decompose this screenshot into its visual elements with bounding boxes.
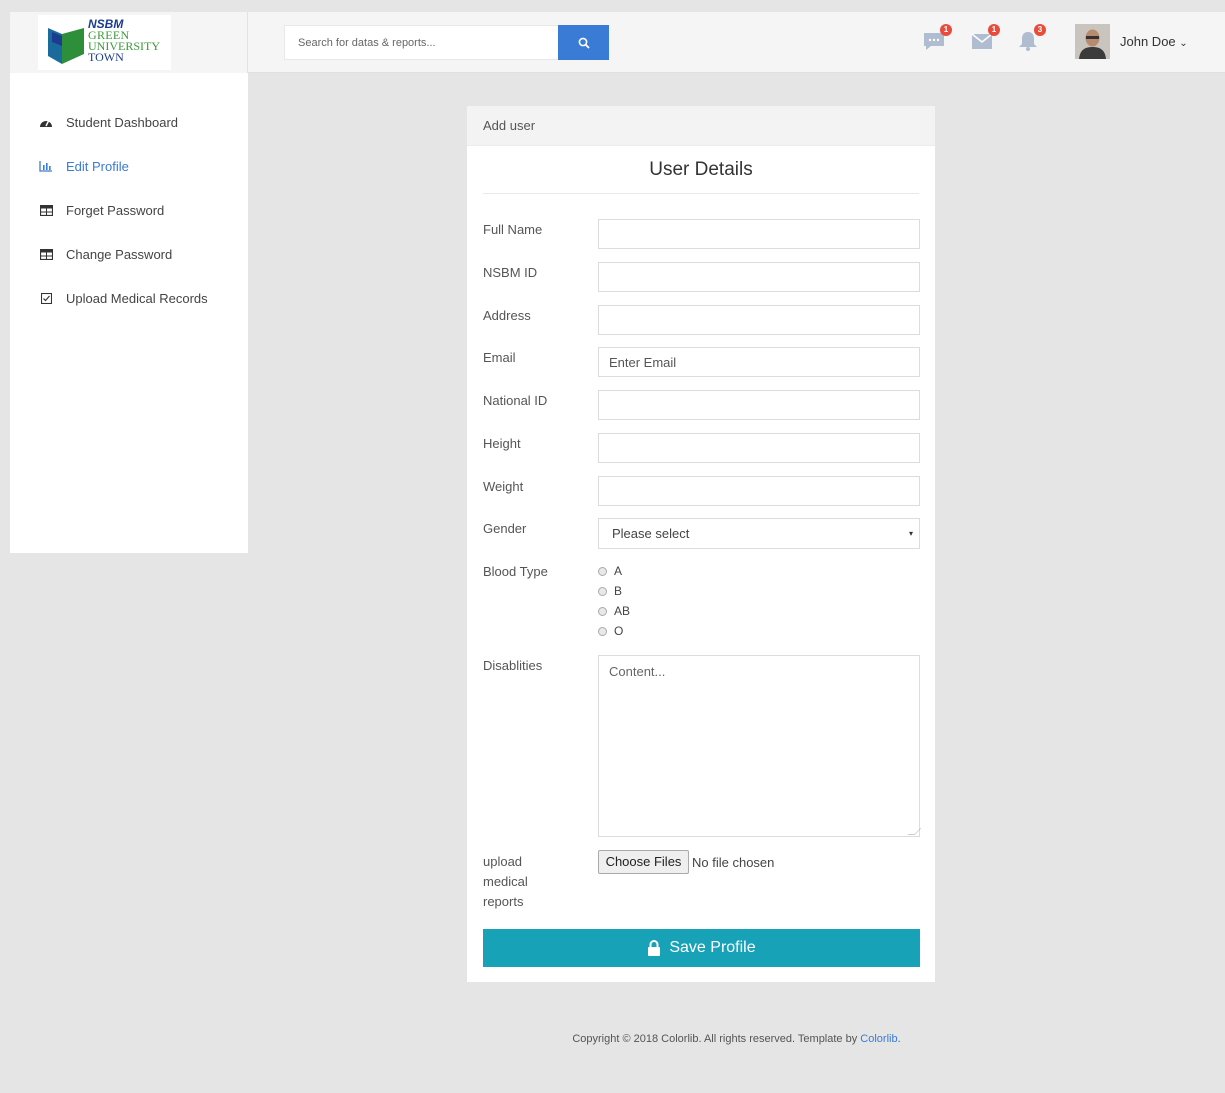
divider [483, 193, 919, 194]
sidebar-item-label: Forget Password [66, 202, 165, 218]
full-name-label: Full Name [483, 222, 543, 237]
lock-icon [648, 940, 661, 956]
logo-town: TOWN [88, 50, 124, 64]
nsbm-id-label: NSBM ID [483, 265, 538, 280]
logo-container: NSBM GREEN UNIVERSITY TOWN [10, 12, 248, 73]
radio-label: O [614, 624, 624, 638]
logo-mark-icon [48, 28, 84, 64]
table-icon [38, 247, 54, 261]
save-profile-button[interactable]: Save Profile [483, 929, 920, 967]
mail-badge: 1 [988, 24, 1000, 36]
upload-label-line: reports [483, 894, 524, 909]
bar-chart-icon [38, 159, 54, 173]
blood-type-option-o[interactable]: O [598, 623, 623, 639]
sidebar-item-label: Edit Profile [66, 158, 129, 174]
save-profile-label: Save Profile [669, 939, 756, 956]
bell-notification[interactable]: 3 [1016, 24, 1046, 54]
sidebar-item-forget-password[interactable]: Forget Password [38, 200, 164, 220]
file-status: No file chosen [692, 855, 775, 870]
national-id-label: National ID [483, 393, 548, 408]
full-name-field[interactable] [598, 219, 920, 249]
user-menu[interactable]: John Doe ⌄ [1120, 34, 1188, 49]
national-id-field[interactable] [598, 390, 920, 420]
search-input[interactable] [285, 26, 559, 59]
avatar[interactable] [1075, 24, 1110, 59]
logo-text: NSBM GREEN UNIVERSITY TOWN [88, 18, 160, 64]
blood-type-option-a[interactable]: A [598, 563, 622, 579]
sidebar-item-label: Student Dashboard [66, 114, 179, 130]
top-header: NSBM GREEN UNIVERSITY TOWN 1 1 [10, 12, 1225, 73]
sidebar-item-label: Change Password [66, 246, 173, 262]
bell-badge: 3 [1034, 24, 1046, 36]
radio-button[interactable] [598, 586, 607, 596]
footer-text: Copyright © 2018 Colorlib. All rights re… [572, 1033, 861, 1045]
blood-type-option-b[interactable]: B [598, 583, 622, 599]
radio-button[interactable] [598, 566, 607, 576]
radio-label: AB [614, 604, 631, 618]
select-caret-icon: ▾ [908, 529, 913, 538]
address-label: Address [483, 308, 531, 323]
weight-field[interactable] [598, 476, 920, 506]
footer-end: . [897, 1033, 901, 1045]
gender-selected-value: Please select [612, 526, 690, 541]
sidebar-item-student-dashboard[interactable]: Student Dashboard [38, 112, 178, 132]
sidebar-item-upload-medical-records[interactable]: Upload Medical Records [38, 288, 208, 308]
chat-badge: 1 [940, 24, 952, 36]
radio-label: B [614, 584, 623, 598]
gender-label: Gender [483, 521, 527, 536]
disabilities-label: Disablities [483, 658, 543, 673]
radio-label: A [614, 564, 623, 578]
add-user-card: Add user User Details Full Name NSBM ID … [467, 106, 935, 982]
nsbm-logo[interactable]: NSBM GREEN UNIVERSITY TOWN [38, 15, 171, 70]
colorlib-link[interactable]: Colorlib [860, 1033, 897, 1045]
footer: Copyright © 2018 Colorlib. All rights re… [0, 1033, 1225, 1045]
gender-select[interactable]: Please select ▾ [598, 518, 920, 549]
chevron-down-icon: ⌄ [1179, 38, 1188, 49]
weight-label: Weight [483, 479, 524, 494]
checkbox-icon [38, 291, 54, 305]
sidebar: Student Dashboard Edit Profile Forget Pa… [10, 73, 248, 553]
upload-label-line: medical [483, 874, 528, 889]
upload-label-line: upload [483, 854, 523, 869]
blood-type-label: Blood Type [483, 564, 548, 579]
search-button[interactable] [558, 25, 609, 60]
email-label: Email [483, 350, 516, 365]
mail-notification[interactable]: 1 [970, 24, 1000, 54]
address-field[interactable] [598, 305, 920, 335]
height-label: Height [483, 436, 521, 451]
email-field[interactable] [598, 347, 920, 377]
height-field[interactable] [598, 433, 920, 463]
blood-type-option-ab[interactable]: AB [598, 603, 630, 619]
upload-label: upload medical reports [483, 852, 528, 912]
choose-files-button[interactable]: Choose Files [598, 850, 689, 874]
user-photo-icon [1075, 24, 1110, 59]
search-icon [578, 37, 590, 49]
disabilities-textarea[interactable] [598, 655, 920, 837]
sidebar-item-change-password[interactable]: Change Password [38, 244, 172, 264]
search-box [284, 25, 559, 60]
card-title: User Details [649, 159, 753, 180]
chat-notification[interactable]: 1 [922, 24, 952, 54]
table-icon [38, 203, 54, 217]
sidebar-item-label: Upload Medical Records [66, 290, 208, 306]
radio-button[interactable] [598, 626, 607, 636]
nsbm-id-field[interactable] [598, 262, 920, 292]
card-header: Add user [467, 106, 935, 146]
user-name: John Doe [1120, 34, 1176, 49]
sidebar-item-edit-profile[interactable]: Edit Profile [38, 156, 129, 176]
dashboard-icon [38, 115, 54, 129]
radio-button[interactable] [598, 606, 607, 616]
